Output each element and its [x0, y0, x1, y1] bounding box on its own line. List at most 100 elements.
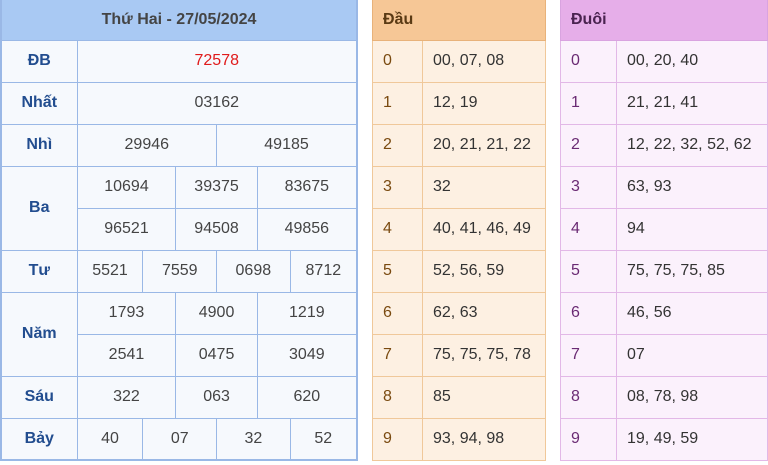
- duoi-row: 5 75, 75, 75, 85: [560, 249, 768, 293]
- prize-value: 83675: [256, 165, 358, 209]
- dau-row: 2 20, 21, 21, 22: [372, 123, 546, 167]
- dau-values: 32: [422, 165, 546, 209]
- duoi-row: 1 21, 21, 41: [560, 81, 768, 125]
- dau-row: 0 00, 07, 08: [372, 39, 546, 83]
- prize-value: 4900: [175, 291, 258, 335]
- duoi-key: 9: [560, 417, 617, 461]
- duoi-row: 0 00, 20, 40: [560, 39, 768, 83]
- duoi-key: 3: [560, 165, 617, 209]
- dau-values: 12, 19: [422, 81, 546, 125]
- duoi-row: 8 08, 78, 98: [560, 375, 768, 419]
- prize-label-tu: Tư: [0, 249, 78, 293]
- dau-key: 2: [372, 123, 423, 167]
- prize-value: 5521: [76, 249, 144, 293]
- prize-label-bay: Bảy: [0, 417, 78, 461]
- dau-key: 4: [372, 207, 423, 251]
- dau-values: 52, 56, 59: [422, 249, 546, 293]
- prize-value: 1219: [256, 291, 358, 335]
- dau-row: 1 12, 19: [372, 81, 546, 125]
- duoi-values: 19, 49, 59: [616, 417, 768, 461]
- prize-value: 72578: [76, 39, 358, 83]
- prize-value: 8712: [289, 249, 358, 293]
- dau-values: 62, 63: [422, 291, 546, 335]
- duoi-row: 4 94: [560, 207, 768, 251]
- prize-label-nhi: Nhì: [0, 123, 78, 167]
- duoi-key: 5: [560, 249, 617, 293]
- duoi-values: 94: [616, 207, 768, 251]
- prize-row-tu: Tư 5521 7559 0698 8712: [0, 249, 358, 293]
- dau-values: 75, 75, 75, 78: [422, 333, 546, 377]
- dau-values: 00, 07, 08: [422, 39, 546, 83]
- prize-label-nhat: Nhất: [0, 81, 78, 125]
- prize-row-nam: Năm 1793 4900 1219: [0, 291, 358, 377]
- prize-label-sau: Sáu: [0, 375, 78, 419]
- dau-values: 85: [422, 375, 546, 419]
- dau-table: Đầu 0 00, 07, 08 1 12, 19 2 20, 21, 21, 22 …: [372, 0, 546, 461]
- lottery-results-page: Thứ Hai - 27/05/2024 ĐB 72578 Nhất 03162…: [0, 0, 768, 465]
- duoi-key: 2: [560, 123, 617, 167]
- results-table: Thứ Hai - 27/05/2024 ĐB 72578 Nhất 03162…: [0, 0, 358, 461]
- duoi-row: 6 46, 56: [560, 291, 768, 335]
- prize-value: 620: [256, 375, 358, 419]
- duoi-values: 08, 78, 98: [616, 375, 768, 419]
- dau-key: 3: [372, 165, 423, 209]
- prize-row-sau: Sáu 322 063 620: [0, 375, 358, 419]
- duoi-key: 1: [560, 81, 617, 125]
- duoi-row: 9 19, 49, 59: [560, 417, 768, 461]
- duoi-values: 21, 21, 41: [616, 81, 768, 125]
- dau-row: 6 62, 63: [372, 291, 546, 335]
- results-date-header: Thứ Hai - 27/05/2024: [0, 0, 358, 41]
- dau-key: 7: [372, 333, 423, 377]
- prize-label-nam: Năm: [0, 291, 78, 377]
- prize-label-ba: Ba: [0, 165, 78, 251]
- duoi-header: Đuôi: [560, 0, 768, 41]
- dau-row: 8 85: [372, 375, 546, 419]
- prize-value: 49856: [256, 207, 358, 251]
- dau-key: 6: [372, 291, 423, 335]
- dau-row: 9 93, 94, 98: [372, 417, 546, 461]
- prize-value: 96521: [76, 207, 177, 251]
- dau-row: 4 40, 41, 46, 49: [372, 207, 546, 251]
- dau-key: 5: [372, 249, 423, 293]
- prize-row-db: ĐB 72578: [0, 39, 358, 83]
- dau-row: 7 75, 75, 75, 78: [372, 333, 546, 377]
- duoi-row: 3 63, 93: [560, 165, 768, 209]
- dau-key: 8: [372, 375, 423, 419]
- prize-value: 063: [175, 375, 258, 419]
- duoi-key: 7: [560, 333, 617, 377]
- dau-row: 3 32: [372, 165, 546, 209]
- prize-row-ba: Ba 10694 39375 83675: [0, 165, 358, 251]
- dau-values: 40, 41, 46, 49: [422, 207, 546, 251]
- dau-header: Đầu: [372, 0, 546, 41]
- duoi-key: 6: [560, 291, 617, 335]
- dau-key: 0: [372, 39, 423, 83]
- prize-value: 0698: [216, 249, 291, 293]
- prize-value: 52: [289, 417, 358, 461]
- prize-value: 10694: [76, 165, 177, 209]
- duoi-values: 46, 56: [616, 291, 768, 335]
- prize-value: 29946: [76, 123, 218, 167]
- prize-value: 322: [76, 375, 177, 419]
- prize-value: 32: [216, 417, 291, 461]
- prize-value: 94508: [175, 207, 258, 251]
- duoi-key: 8: [560, 375, 617, 419]
- prize-value: 49185: [216, 123, 358, 167]
- duoi-values: 12, 22, 32, 52, 62: [616, 123, 768, 167]
- dau-key: 1: [372, 81, 423, 125]
- prize-value: 39375: [175, 165, 258, 209]
- duoi-key: 0: [560, 39, 617, 83]
- prize-value: 0475: [175, 333, 258, 377]
- prize-row-nhat: Nhất 03162: [0, 81, 358, 125]
- duoi-values: 00, 20, 40: [616, 39, 768, 83]
- prize-value: 07: [142, 417, 218, 461]
- prize-value: 1793: [76, 291, 177, 335]
- duoi-key: 4: [560, 207, 617, 251]
- prize-value: 03162: [76, 81, 358, 125]
- duoi-values: 75, 75, 75, 85: [616, 249, 768, 293]
- duoi-values: 63, 93: [616, 165, 768, 209]
- prize-label-db: ĐB: [0, 39, 78, 83]
- dau-key: 9: [372, 417, 423, 461]
- prize-row-nhi: Nhì 29946 49185: [0, 123, 358, 167]
- duoi-row: 2 12, 22, 32, 52, 62: [560, 123, 768, 167]
- duoi-row: 7 07: [560, 333, 768, 377]
